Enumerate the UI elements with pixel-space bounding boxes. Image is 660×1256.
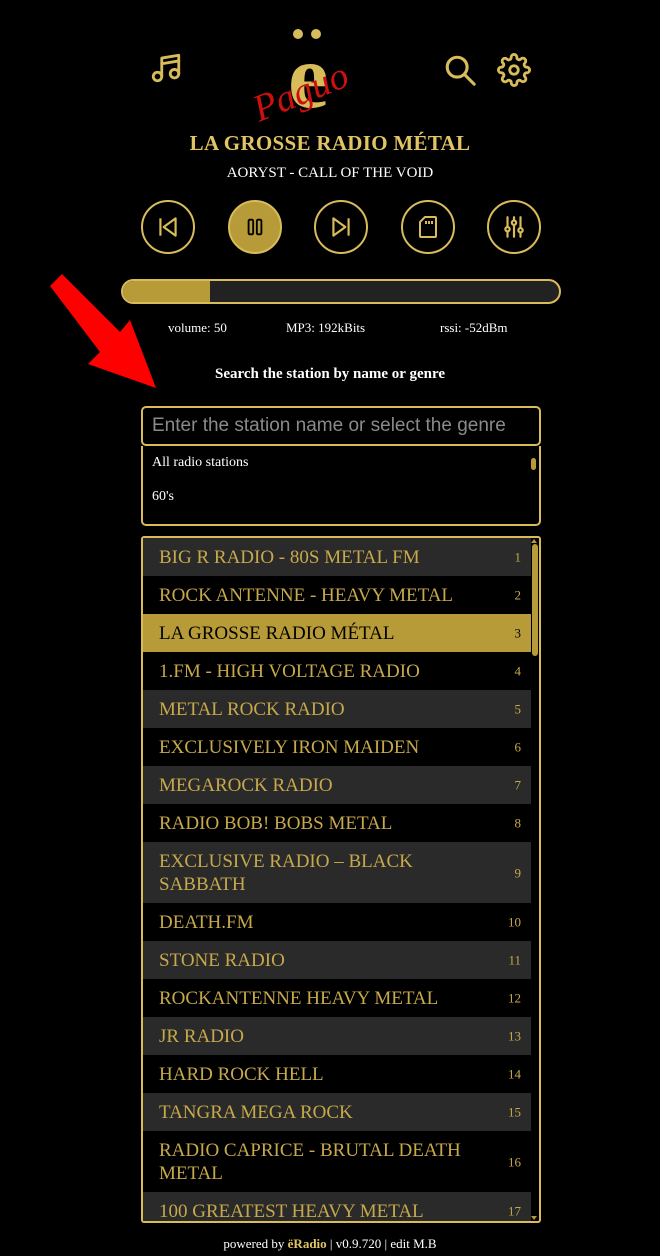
station-number: 16 bbox=[508, 1154, 521, 1169]
station-name: METAL ROCK RADIO bbox=[159, 699, 345, 720]
genre-item-all[interactable]: All radio stations bbox=[143, 446, 539, 480]
station-number: 17 bbox=[508, 1203, 521, 1219]
station-row[interactable]: ROCK ANTENNE - HEAVY METAL 2 bbox=[143, 576, 531, 614]
station-name: EXCLUSIVELY IRON MAIDEN bbox=[159, 737, 420, 758]
station-number: 6 bbox=[514, 739, 522, 755]
station-name: TANGRA MEGA ROCK bbox=[159, 1102, 353, 1123]
station-number: 12 bbox=[508, 990, 521, 1006]
station-name: MEGAROCK RADIO bbox=[159, 775, 333, 796]
next-button[interactable] bbox=[314, 200, 368, 254]
buffer-progress-bar bbox=[121, 279, 561, 304]
volume-label: volume: 50 bbox=[168, 320, 227, 335]
station-name: STONE RADIO bbox=[159, 950, 285, 971]
station-row[interactable]: ROCKANTENNE HEAVY METAL 12 bbox=[143, 979, 531, 1017]
genre-scrollbar-thumb[interactable] bbox=[531, 458, 536, 470]
station-number: 15 bbox=[508, 1104, 521, 1120]
station-name: 1.FM - HIGH VOLTAGE RADIO bbox=[159, 661, 420, 682]
station-row[interactable]: 1.FM - HIGH VOLTAGE RADIO 4 bbox=[143, 652, 531, 690]
station-number: 10 bbox=[508, 914, 521, 930]
sd-card-icon bbox=[419, 216, 437, 238]
sliders-icon bbox=[504, 216, 524, 238]
station-number: 7 bbox=[514, 777, 522, 793]
station-row[interactable]: DEATH.FM 10 bbox=[143, 903, 531, 941]
station-name: 100 GREATEST HEAVY METAL bbox=[159, 1201, 424, 1222]
eradio-logo: e Paguo bbox=[240, 22, 390, 131]
station-number: 9 bbox=[514, 865, 522, 880]
station-row[interactable]: JR RADIO 13 bbox=[143, 1017, 531, 1055]
station-title: LA GROSSE RADIO MÉTAL bbox=[189, 131, 471, 155]
station-row[interactable]: RADIO CAPRICE - BRUTAL DEATH METAL 16 bbox=[143, 1131, 531, 1192]
station-name: EXCLUSIVE RADIO – BLACK SABBATH bbox=[159, 851, 413, 895]
station-number: 13 bbox=[508, 1028, 521, 1044]
scroll-down-arrow[interactable] bbox=[531, 1216, 537, 1220]
station-number: 8 bbox=[514, 815, 522, 831]
station-row[interactable]: HARD ROCK HELL 14 bbox=[143, 1055, 531, 1093]
pause-icon bbox=[247, 218, 263, 236]
station-name: ROCK ANTENNE - HEAVY METAL bbox=[159, 585, 454, 606]
station-list[interactable]: BIG R RADIO - 80S METAL FM 1 ROCK ANTENNE … bbox=[141, 536, 541, 1223]
station-name: JR RADIO bbox=[159, 1026, 244, 1047]
equalizer-button[interactable] bbox=[487, 200, 541, 254]
station-name: BIG R RADIO - 80S METAL FM bbox=[159, 547, 420, 568]
genre-list[interactable]: All radio stations 60's bbox=[141, 446, 541, 526]
station-number: 4 bbox=[514, 663, 522, 679]
station-number: 2 bbox=[514, 587, 522, 603]
station-name: RADIO CAPRICE - BRUTAL DEATH METAL bbox=[159, 1140, 461, 1184]
previous-button[interactable] bbox=[141, 200, 195, 254]
footer-prefix: powered by bbox=[223, 1236, 288, 1251]
genre-item-60s[interactable]: 60's bbox=[143, 480, 539, 514]
station-search-input[interactable] bbox=[141, 406, 541, 446]
station-row[interactable]: TANGRA MEGA ROCK 15 bbox=[143, 1093, 531, 1131]
station-row[interactable]: LA GROSSE RADIO MÉTAL 3 bbox=[143, 614, 531, 652]
sd-card-button[interactable] bbox=[401, 200, 455, 254]
rssi-label: rssi: -52dBm bbox=[440, 320, 508, 335]
station-name: DEATH.FM bbox=[159, 912, 254, 933]
station-row[interactable]: BIG R RADIO - 80S METAL FM 1 bbox=[143, 538, 531, 576]
track-title: AORYST - CALL OF THE VOID bbox=[226, 165, 434, 181]
scroll-up-arrow[interactable] bbox=[531, 539, 537, 543]
station-row[interactable]: STONE RADIO 11 bbox=[143, 941, 531, 979]
skip-forward-icon bbox=[332, 217, 350, 237]
skip-back-icon bbox=[159, 217, 177, 237]
footer-suffix: | v0.9.720 | edit M.B bbox=[326, 1236, 437, 1251]
station-name: HARD ROCK HELL bbox=[159, 1064, 324, 1085]
footer-brand[interactable]: ëRadio bbox=[288, 1236, 327, 1251]
station-number: 14 bbox=[508, 1066, 521, 1082]
search-icon[interactable] bbox=[440, 50, 480, 90]
station-row[interactable]: RADIO BOB! BOBS METAL 8 bbox=[143, 804, 531, 842]
station-row[interactable]: MEGAROCK RADIO 7 bbox=[143, 766, 531, 804]
station-name: RADIO BOB! BOBS METAL bbox=[159, 813, 393, 834]
settings-icon[interactable] bbox=[494, 50, 534, 90]
station-row[interactable]: METAL ROCK RADIO 5 bbox=[143, 690, 531, 728]
station-row[interactable]: EXCLUSIVE RADIO – BLACK SABBATH 9 bbox=[143, 842, 531, 903]
bitrate-label: MP3: 192kBits bbox=[286, 320, 366, 335]
station-number: 3 bbox=[514, 625, 522, 641]
station-number: 1 bbox=[514, 549, 522, 565]
station-number: 5 bbox=[514, 701, 522, 717]
station-name: ROCKANTENNE HEAVY METAL bbox=[159, 988, 439, 1009]
station-row[interactable]: EXCLUSIVELY IRON MAIDEN 6 bbox=[143, 728, 531, 766]
station-name: LA GROSSE RADIO MÉTAL bbox=[159, 623, 395, 644]
station-list-scrollbar-thumb[interactable] bbox=[532, 544, 538, 656]
footer: powered by ëRadio | v0.9.720 | edit M.B bbox=[0, 1236, 660, 1252]
music-icon[interactable] bbox=[146, 48, 186, 88]
station-row[interactable]: 100 GREATEST HEAVY METAL 17 bbox=[143, 1192, 531, 1222]
red-arrow-annotation bbox=[50, 274, 156, 388]
pause-button[interactable] bbox=[228, 200, 282, 254]
station-number: 11 bbox=[508, 952, 521, 968]
